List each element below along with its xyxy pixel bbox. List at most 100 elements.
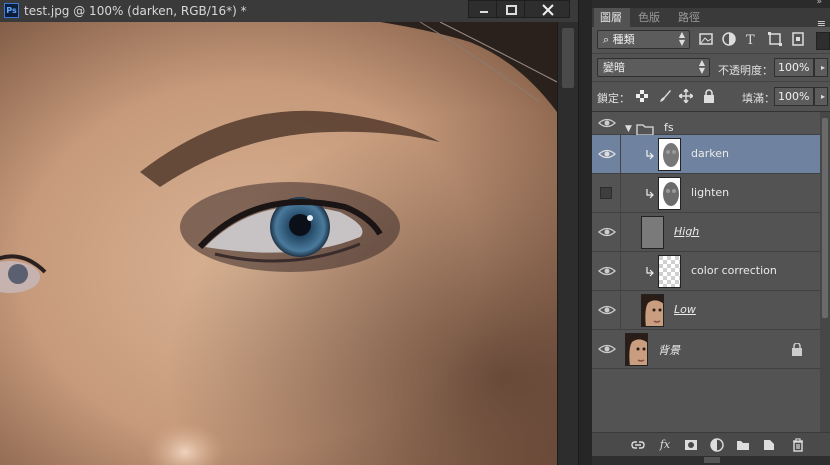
document-title-bar[interactable]: Ps test.jpg @ 100% (darken, RGB/16*) * (0, 0, 578, 22)
eye-icon[interactable] (596, 224, 618, 240)
fx-icon[interactable]: fx (657, 437, 673, 453)
mask-face-thumbnail (663, 182, 679, 206)
column-divider (620, 135, 621, 173)
lock-paint-icon[interactable] (658, 89, 672, 103)
lock-label: 鎖定： (597, 92, 630, 105)
layer-row-high[interactable]: High (592, 213, 820, 252)
smart-object-filter-icon[interactable] (791, 32, 805, 46)
lock-icon (792, 343, 802, 356)
layers-scrollbar[interactable] (820, 112, 830, 432)
eye-icon[interactable] (596, 115, 618, 131)
column-divider (620, 291, 621, 329)
layer-row-fs[interactable]: ▼ fs (592, 112, 820, 136)
layer-row-color-correction[interactable]: color correction (592, 252, 820, 291)
search-icon: ⌕ (603, 33, 613, 46)
lock-position-icon[interactable] (679, 89, 693, 103)
adjustment-layer-icon[interactable] (709, 437, 725, 453)
tab-layers[interactable]: 圖層 (594, 8, 630, 27)
add-mask-icon[interactable] (683, 437, 699, 453)
filter-toggle-switch[interactable] (816, 32, 830, 50)
portrait-thumbnail[interactable] (641, 294, 664, 327)
portrait-photo (0, 22, 557, 465)
maximize-icon (506, 5, 517, 15)
trash-icon[interactable] (790, 437, 806, 453)
blend-mode-value: 變暗 (603, 61, 625, 74)
eye-icon[interactable] (596, 146, 618, 162)
layer-name[interactable]: High (674, 225, 699, 238)
adjustment-filter-icon[interactable] (722, 32, 736, 46)
expand-arrow-icon[interactable]: ▼ (625, 124, 632, 134)
layer-name[interactable]: darken (691, 147, 729, 160)
lock-all-icon[interactable] (702, 89, 716, 103)
fill-value: 100% (778, 90, 810, 103)
opacity-label: 不透明度： (718, 64, 773, 77)
dropdown-arrows-icon: ▲ ▼ (698, 58, 705, 75)
eye-icon[interactable] (596, 302, 618, 318)
portrait-thumbnail[interactable] (625, 333, 648, 366)
layer-name[interactable]: color correction (691, 264, 777, 277)
layers-footer: fx (592, 432, 830, 456)
layer-row-lighten[interactable]: lighten (592, 174, 820, 213)
eye-icon[interactable] (596, 263, 618, 279)
panel-tabs: 圖層 色版 路徑 ≡ (592, 8, 830, 30)
clipping-mask-icon (646, 267, 654, 277)
filter-kind-label: 種類 (612, 33, 635, 46)
shape-filter-icon[interactable] (768, 32, 782, 46)
tab-paths[interactable]: 路徑 (672, 8, 710, 27)
document-title: test.jpg @ 100% (darken, RGB/16*) * (24, 4, 247, 18)
image-filter-icon[interactable] (699, 32, 713, 46)
clipping-mask-icon (646, 150, 654, 160)
document-window: Ps test.jpg @ 100% (darken, RGB/16*) * (0, 0, 578, 465)
transparent-layer-thumbnail[interactable] (658, 255, 681, 288)
layer-thumbnail[interactable] (641, 216, 664, 249)
face-thumbnail (642, 295, 663, 326)
close-button[interactable] (524, 0, 570, 18)
chevron-right-icon: ▸ (820, 92, 825, 101)
layers-panel: » 圖層 色版 路徑 ≡ ⌕ 種類 ▲ ▼ T 變暗 ▲ ▼ 不透明度： 100% … (592, 0, 830, 465)
layer-name[interactable]: Low (674, 303, 696, 316)
fill-label: 填滿： (742, 92, 775, 105)
opacity-input[interactable]: 100% (774, 58, 814, 77)
layer-mask-thumbnail[interactable] (658, 177, 681, 210)
layer-row-low[interactable]: Low (592, 291, 820, 330)
mask-face-thumbnail (663, 143, 679, 167)
layer-filter-row: ⌕ 種類 ▲ ▼ T (592, 27, 830, 54)
resize-grip[interactable] (704, 457, 720, 463)
lock-row: 鎖定： 填滿： 100% ▸ (592, 82, 830, 112)
close-icon (542, 4, 554, 16)
minimize-icon (480, 11, 488, 13)
filter-kind-dropdown[interactable]: ⌕ 種類 ▲ ▼ (597, 30, 690, 49)
panel-header-strip: » (592, 0, 830, 8)
image-canvas[interactable] (0, 22, 557, 465)
face-thumbnail (626, 334, 647, 365)
svg-text:T: T (746, 33, 755, 46)
lock-transparent-icon[interactable] (635, 89, 649, 103)
panel-divider (578, 0, 592, 465)
column-divider (620, 252, 621, 290)
layer-name[interactable]: 背景 (658, 342, 680, 358)
fill-input[interactable]: 100% (774, 87, 814, 106)
visibility-toggle-off[interactable] (600, 187, 612, 199)
collapse-icon[interactable]: » (816, 0, 822, 7)
layer-row-background[interactable]: 背景 (592, 330, 820, 369)
layer-name[interactable]: lighten (691, 186, 729, 199)
new-layer-icon[interactable] (761, 437, 777, 453)
opacity-dropdown-button[interactable]: ▸ (814, 58, 828, 77)
maximize-button[interactable] (496, 0, 526, 18)
eye-icon[interactable] (596, 341, 618, 357)
tab-channels[interactable]: 色版 (632, 8, 670, 27)
layer-name[interactable]: fs (664, 121, 674, 134)
type-filter-icon[interactable]: T (745, 32, 759, 46)
layer-row-darken[interactable]: darken (592, 135, 820, 174)
blend-mode-dropdown[interactable]: 變暗 ▲ ▼ (597, 58, 710, 77)
layer-mask-thumbnail[interactable] (658, 138, 681, 171)
scrollbar-thumb[interactable] (822, 118, 828, 318)
new-group-icon[interactable] (735, 437, 751, 453)
canvas-scrollbar[interactable] (557, 22, 578, 465)
scrollbar-thumb[interactable] (562, 28, 574, 88)
blend-row: 變暗 ▲ ▼ 不透明度： 100% ▸ (592, 54, 830, 82)
minimize-button[interactable] (468, 0, 498, 18)
fill-dropdown-button[interactable]: ▸ (814, 87, 828, 106)
link-layers-icon[interactable] (630, 437, 646, 453)
photoshop-app-icon: Ps (4, 3, 19, 18)
